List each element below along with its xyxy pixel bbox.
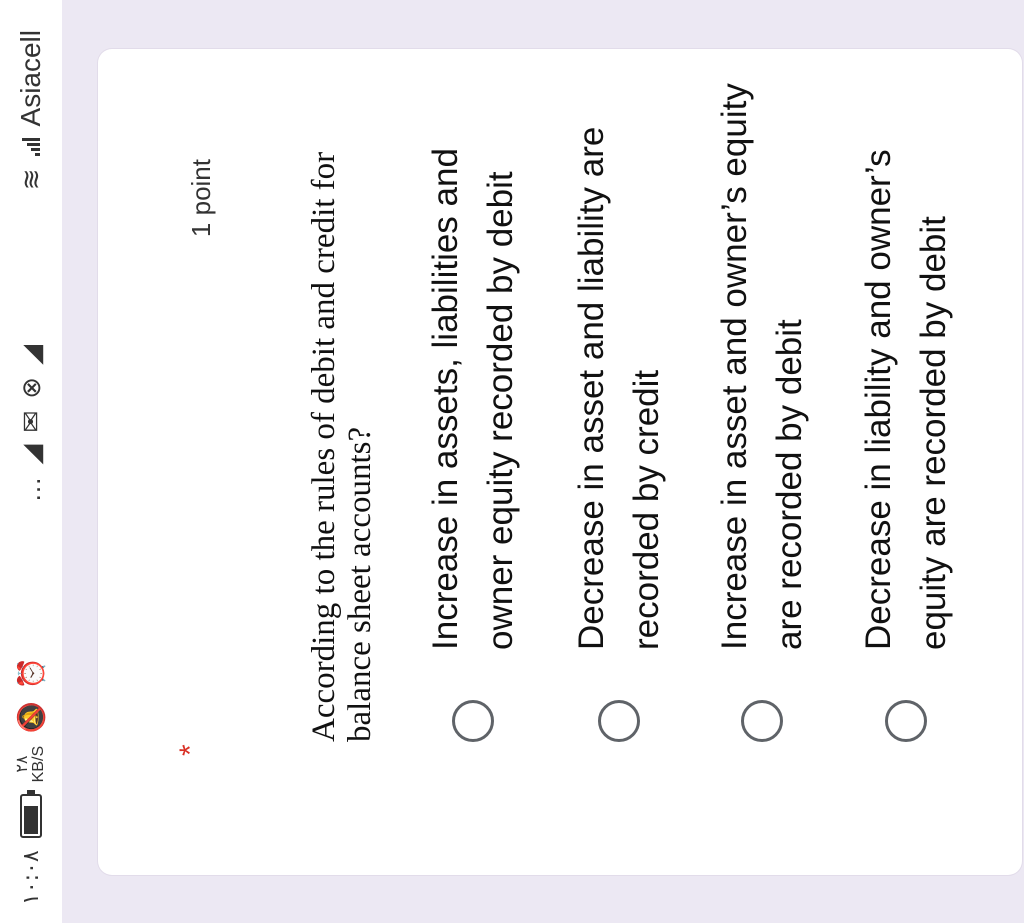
- question-title: According to the rules of debit and cred…: [306, 151, 378, 742]
- telegram-icon: ◢: [16, 344, 46, 365]
- radio-button[interactable]: [885, 700, 927, 742]
- signal-icon: [22, 138, 40, 157]
- battery-icon: [20, 794, 42, 839]
- radio-button[interactable]: [741, 700, 783, 742]
- gmail-icon: ✉: [16, 410, 46, 433]
- more-icon: …: [16, 476, 46, 503]
- option-label[interactable]: Increase in assets, liabilities and owne…: [418, 62, 528, 650]
- wifi-icon: ≋: [16, 168, 46, 191]
- rotated-screen: ١٠:٠٨ ٢٨ KB/S 🔕 ⏰ … ◢ ✉ ⊗ ◢ ≋ Asiacell 1 …: [0, 0, 1024, 923]
- option-1[interactable]: Increase in assets, liabilities and owne…: [418, 62, 528, 742]
- option-label[interactable]: Decrease in liability and owner’s equity…: [851, 62, 961, 650]
- telegram-icon: ◢: [16, 444, 46, 465]
- clock: ١٠:٠٨: [18, 850, 44, 905]
- status-bar-right: ≋ Asiacell: [15, 30, 47, 190]
- notification-icons: … ◢ ✉ ⊗ ◢: [16, 344, 46, 503]
- required-marker: *: [174, 744, 207, 756]
- status-bar: ١٠:٠٨ ٢٨ KB/S 🔕 ⏰ … ◢ ✉ ⊗ ◢ ≋ Asiacell: [0, 0, 62, 923]
- option-4[interactable]: Decrease in liability and owner’s equity…: [851, 62, 961, 742]
- question-card: 1 point * According to the rules of debi…: [98, 49, 1022, 875]
- close-circle-icon: ⊗: [16, 376, 46, 399]
- option-3[interactable]: Increase in asset and owner’s equity are…: [707, 62, 817, 742]
- option-label[interactable]: Decrease in asset and liability are reco…: [564, 62, 674, 650]
- radio-button[interactable]: [452, 700, 494, 742]
- alarm-icon: ⏰: [16, 657, 46, 690]
- carrier-name: Asiacell: [15, 30, 46, 127]
- status-bar-left: ١٠:٠٨ ٢٨ KB/S 🔕 ⏰: [14, 657, 47, 905]
- radio-button[interactable]: [598, 700, 640, 742]
- mute-icon: 🔕: [16, 701, 46, 734]
- points-label: 1 point: [186, 159, 216, 238]
- network-speed: ٢٨ KB/S: [14, 745, 47, 783]
- option-label[interactable]: Increase in asset and owner’s equity are…: [707, 62, 817, 650]
- option-2[interactable]: Decrease in asset and liability are reco…: [564, 62, 674, 742]
